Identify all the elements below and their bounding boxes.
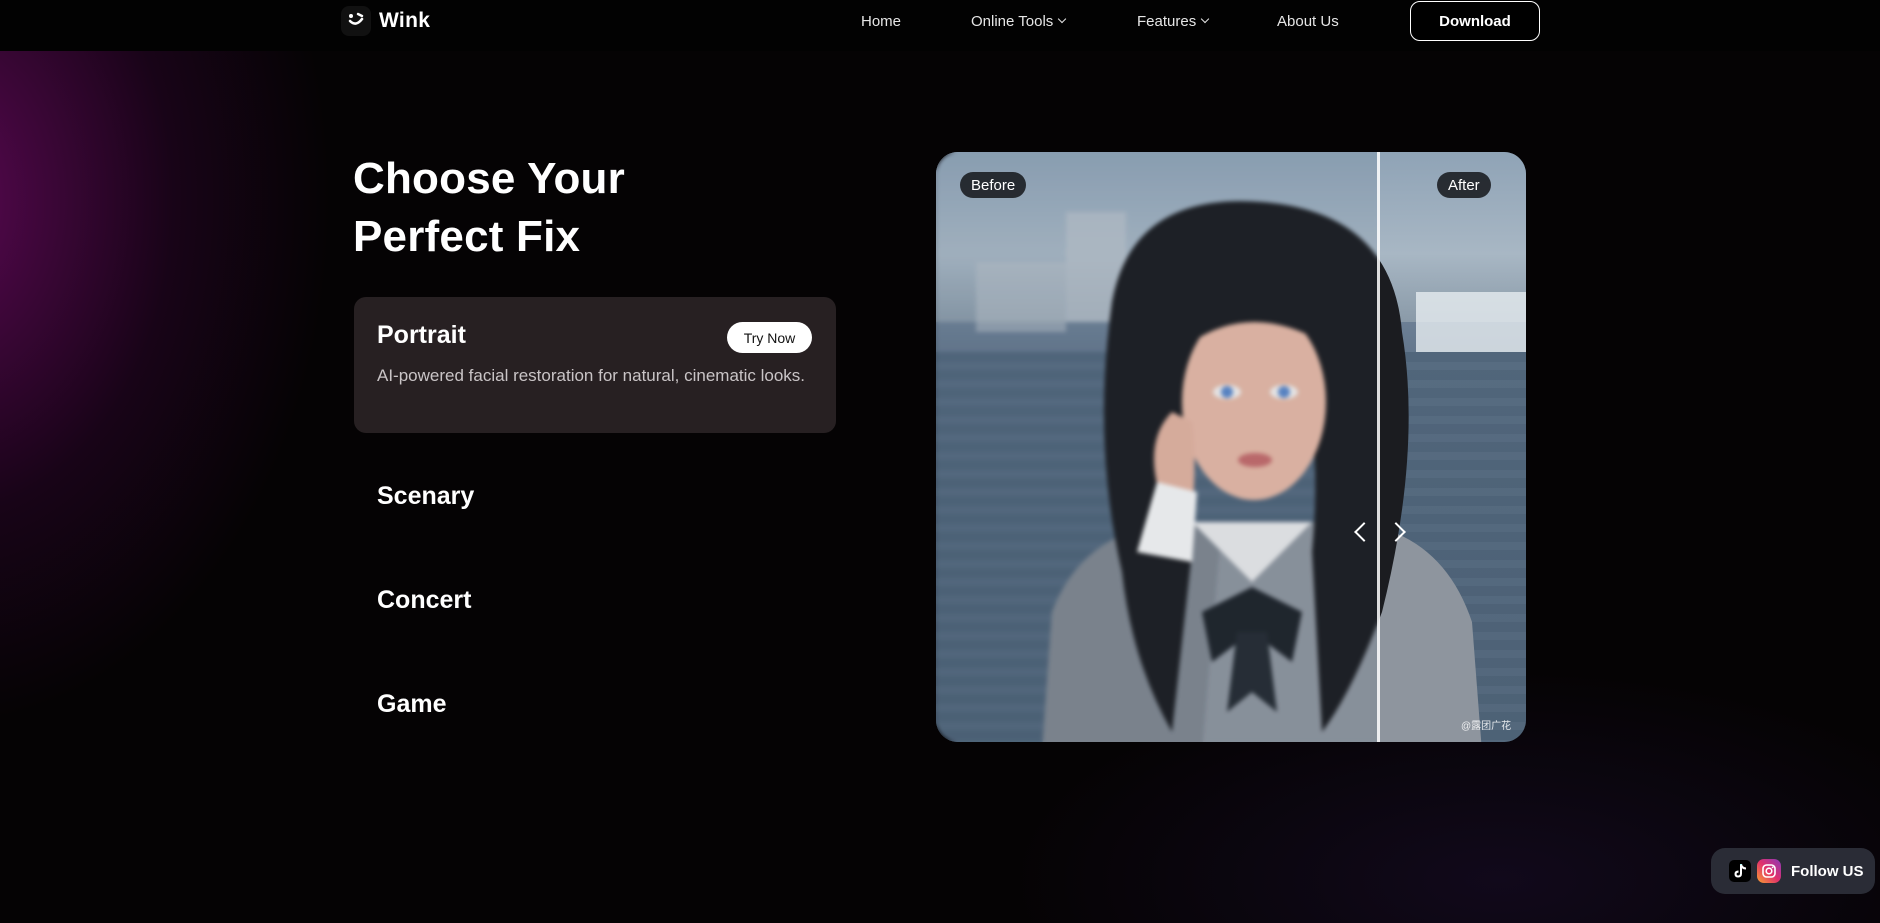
category-title: Portrait xyxy=(377,321,466,349)
chevron-down-icon xyxy=(1058,14,1067,24)
follow-us-label: Follow US xyxy=(1791,862,1864,880)
nav-features[interactable]: Features xyxy=(1137,13,1210,30)
before-label: Before xyxy=(960,172,1027,198)
top-navbar: Wink Home Online Tools Features About Us… xyxy=(0,0,1880,51)
before-after-compare[interactable]: Before After @露团广花 xyxy=(936,152,1526,742)
page-title-line1: Choose Your xyxy=(353,154,625,203)
nav-home[interactable]: Home xyxy=(861,13,901,30)
nav-features-label: Features xyxy=(1137,13,1197,30)
category-item-concert[interactable]: Concert xyxy=(377,586,471,615)
try-now-button[interactable]: Try Now xyxy=(727,322,812,353)
wink-logo-icon xyxy=(341,6,371,36)
nav-online-tools-label: Online Tools xyxy=(971,13,1054,30)
compare-divider[interactable] xyxy=(1377,152,1380,742)
instagram-icon[interactable] xyxy=(1757,859,1781,883)
before-region xyxy=(936,152,1379,742)
nav-online-tools[interactable]: Online Tools xyxy=(971,13,1067,30)
brand-name: Wink xyxy=(379,9,431,32)
nav-about-us[interactable]: About Us xyxy=(1277,13,1339,30)
brand-logo[interactable]: Wink xyxy=(341,5,430,37)
watermark-text: @露团广花 xyxy=(1461,721,1512,732)
follow-us-button[interactable]: Follow US xyxy=(1711,848,1875,894)
category-item-scenary[interactable]: Scenary xyxy=(377,482,474,511)
category-card-portrait[interactable]: Portrait Try Now AI-powered facial resto… xyxy=(354,297,836,433)
nav-home-label: Home xyxy=(861,13,902,30)
after-label: After xyxy=(1437,172,1491,198)
page-title-line2: Perfect Fix xyxy=(353,212,581,261)
chevron-down-icon xyxy=(1200,14,1210,24)
page-title: Choose Your Perfect Fix xyxy=(353,150,773,266)
category-description: AI-powered facial restoration for natura… xyxy=(377,366,806,385)
nav-about-us-label: About Us xyxy=(1277,13,1339,30)
tiktok-icon[interactable] xyxy=(1729,860,1751,882)
download-button[interactable]: Download xyxy=(1410,1,1540,41)
category-item-game[interactable]: Game xyxy=(377,690,446,719)
